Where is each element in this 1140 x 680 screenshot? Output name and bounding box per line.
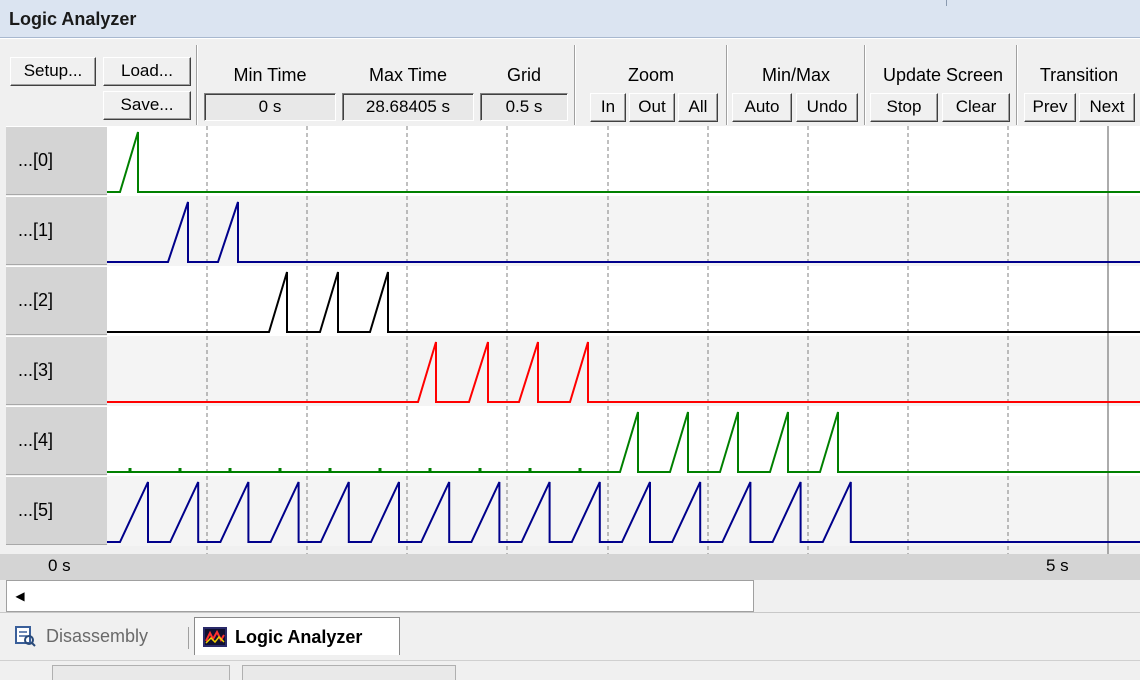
signal-marker — [128, 468, 132, 471]
tab-divider — [188, 627, 189, 649]
toolbar-separator — [726, 45, 728, 125]
signal-marker — [578, 468, 582, 471]
signal-label-2[interactable]: ...[2] — [6, 266, 107, 335]
tab-logic-analyzer[interactable]: Logic Analyzer — [194, 617, 400, 655]
minmax-auto-button[interactable]: Auto — [732, 93, 792, 122]
signal-marker — [428, 468, 432, 471]
update-stop-button[interactable]: Stop — [870, 93, 938, 122]
signal-marker — [278, 468, 282, 471]
min-time-value: 0 s — [204, 93, 336, 121]
logic-analyzer-icon — [203, 627, 227, 647]
signal-label-5[interactable]: ...[5] — [6, 476, 107, 545]
titlebar-divider — [946, 0, 947, 6]
minmax-undo-button[interactable]: Undo — [796, 93, 858, 122]
update-clear-button[interactable]: Clear — [942, 93, 1010, 122]
row-background — [107, 196, 1140, 266]
transition-next-button[interactable]: Next — [1079, 93, 1135, 122]
toolbar-separator — [1016, 45, 1018, 125]
zoom-out-button[interactable]: Out — [629, 93, 675, 122]
signal-label-4[interactable]: ...[4] — [6, 406, 107, 475]
disassembly-icon — [15, 626, 36, 647]
min-time-label: Min Time — [233, 65, 307, 85]
zoom-label: Zoom — [627, 65, 674, 85]
window-titlebar: Logic Analyzer — [0, 0, 1140, 38]
time-axis: 0 s 5 s — [0, 554, 1140, 580]
max-time-value: 28.68405 s — [342, 93, 474, 121]
save-button[interactable]: Save... — [103, 91, 191, 120]
update-screen-label: Update Screen — [882, 65, 1004, 85]
scroll-left-icon[interactable]: ◀ — [9, 585, 31, 607]
signal-label-1[interactable]: ...[1] — [6, 196, 107, 265]
toolbar-separator — [864, 45, 866, 125]
signal-marker — [378, 468, 382, 471]
signal-label-3[interactable]: ...[3] — [6, 336, 107, 405]
axis-start-label: 0 s — [48, 556, 71, 575]
toolbar: Setup... Load... Save... Min Time 0 s Ma… — [0, 38, 1140, 127]
signal-marker — [328, 468, 332, 471]
tab-disassembly[interactable]: Disassembly — [10, 617, 180, 655]
waveform-canvas[interactable] — [0, 126, 1140, 554]
horizontal-scrollbar[interactable]: ◀ — [6, 580, 754, 612]
row-background — [107, 126, 1140, 196]
toolbar-separator — [196, 45, 198, 125]
zoom-all-button[interactable]: All — [678, 93, 718, 122]
signal-marker — [228, 468, 232, 471]
bottom-strip — [0, 660, 1140, 680]
transition-label: Transition — [1039, 65, 1119, 85]
row-background — [107, 476, 1140, 546]
row-background — [107, 406, 1140, 476]
tab-bar: Disassembly Logic Analyzer — [0, 612, 1140, 661]
waveform-area[interactable]: ...[0] ...[1] ...[2] ...[3] ...[4] ...[5… — [0, 126, 1140, 554]
signal-marker — [528, 468, 532, 471]
grid-label: Grid — [506, 65, 541, 85]
tab-disassembly-label: Disassembly — [46, 626, 149, 646]
setup-button[interactable]: Setup... — [10, 57, 96, 86]
minmax-label: Min/Max — [761, 65, 830, 85]
toolbar-separator — [574, 45, 576, 125]
axis-end-label: 5 s — [1046, 556, 1069, 575]
transition-prev-button[interactable]: Prev — [1024, 93, 1076, 122]
signal-marker — [178, 468, 182, 471]
window-title: Logic Analyzer — [9, 9, 137, 29]
load-button[interactable]: Load... — [103, 57, 191, 86]
zoom-in-button[interactable]: In — [590, 93, 626, 122]
signal-label-0[interactable]: ...[0] — [6, 126, 107, 195]
tab-logic-analyzer-label: Logic Analyzer — [235, 627, 363, 647]
grid-value: 0.5 s — [480, 93, 568, 121]
max-time-label: Max Time — [368, 65, 447, 85]
row-background — [107, 266, 1140, 336]
row-background — [107, 336, 1140, 406]
signal-marker — [478, 468, 482, 471]
